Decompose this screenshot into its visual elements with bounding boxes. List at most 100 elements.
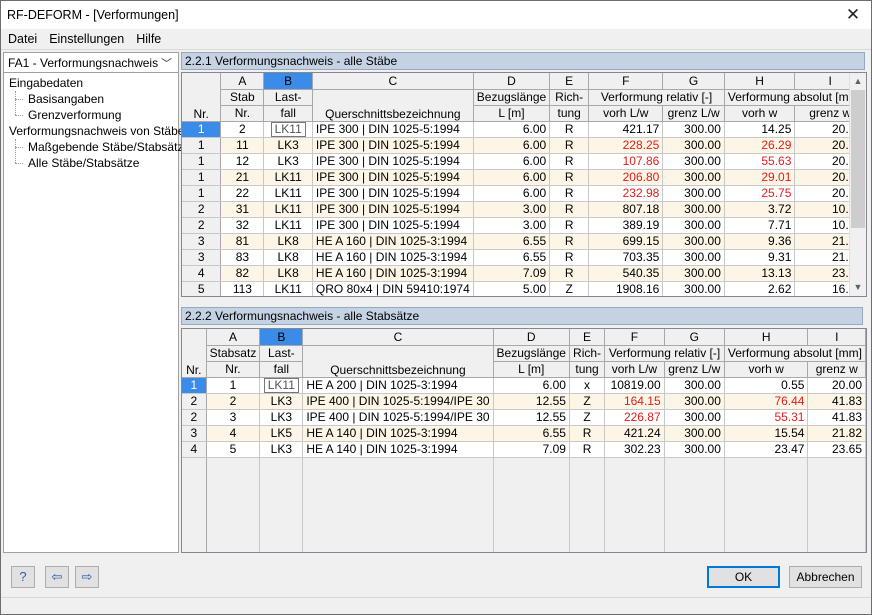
cell-f[interactable]: 703.35 — [588, 249, 664, 266]
cell-a[interactable]: 2 — [206, 393, 261, 410]
cell-a[interactable]: 81 — [220, 233, 265, 250]
cell-c[interactable]: HE A 140 | DIN 1025-3:1994 — [302, 425, 494, 442]
cell-a[interactable]: 12 — [220, 153, 265, 170]
cell-e[interactable]: Z — [569, 409, 606, 426]
column-letter-E[interactable]: E — [549, 73, 590, 90]
table-row[interactable]: 3 81 LK8 HE A 160 | DIN 1025-3:1994 6.55 R 699… — [182, 233, 866, 250]
row-number[interactable]: 2 — [182, 393, 207, 410]
column-letter-H[interactable]: H — [724, 329, 809, 346]
cell-g[interactable]: 300.00 — [662, 121, 725, 138]
table-row[interactable]: 4 82 LK8 HE A 160 | DIN 1025-3:1994 7.09 R 540… — [182, 265, 866, 282]
cell-a[interactable]: 5 — [206, 441, 261, 458]
cell-d[interactable]: 6.00 — [493, 377, 570, 394]
cell-g[interactable]: 300.00 — [662, 185, 725, 202]
cell-f[interactable]: 540.35 — [588, 265, 664, 282]
cell-d[interactable]: 6.55 — [473, 233, 551, 250]
cell-c[interactable]: IPE 300 | DIN 1025-5:1994 — [312, 137, 474, 154]
column-letter-G[interactable]: G — [664, 329, 725, 346]
table-row[interactable]: 1 11 LK3 IPE 300 | DIN 1025-5:1994 6.00 R 228.… — [182, 137, 866, 154]
cell-a[interactable]: 2 — [220, 121, 265, 138]
table-row[interactable]: 2 32 LK11 IPE 300 | DIN 1025-5:1994 3.00 R 389… — [182, 217, 866, 234]
cell-c[interactable]: IPE 300 | DIN 1025-5:1994 — [312, 217, 474, 234]
next-button[interactable]: ⇨ — [75, 566, 99, 588]
cell-d[interactable]: 12.55 — [493, 409, 570, 426]
cell-b[interactable]: LK11 — [263, 201, 313, 218]
cell-e[interactable]: R — [549, 249, 590, 266]
cell-d[interactable]: 3.00 — [473, 201, 551, 218]
cell-h[interactable]: 55.63 — [724, 153, 796, 170]
cell-f[interactable]: 699.15 — [588, 233, 664, 250]
tree-item-massgebende[interactable]: Maßgebende Stäbe/Stabsätze — [28, 139, 190, 155]
cell-e[interactable]: R — [549, 169, 590, 186]
row-number[interactable]: 1 — [182, 153, 222, 170]
cell-e[interactable]: R — [549, 265, 590, 282]
cell-d[interactable]: 6.00 — [473, 169, 551, 186]
cell-f[interactable]: 389.19 — [588, 217, 664, 234]
row-number[interactable]: 1 — [182, 377, 207, 394]
row-number[interactable]: 1 — [182, 121, 222, 138]
menu-datei[interactable]: Datei — [3, 32, 42, 46]
cell-f[interactable]: 226.87 — [604, 409, 665, 426]
cell-b[interactable]: LK11 — [263, 169, 313, 186]
cell-c[interactable]: QRO 80x4 | DIN 59410:1974 — [312, 281, 474, 296]
row-number[interactable]: 1 — [182, 185, 222, 202]
cell-h[interactable]: 7.71 — [724, 217, 796, 234]
cell-h[interactable]: 55.31 — [724, 409, 809, 426]
cell-g[interactable]: 300.00 — [662, 233, 725, 250]
cell-b-selected[interactable]: LK11 — [270, 121, 306, 136]
cell-e[interactable]: R — [549, 185, 590, 202]
tree-item-grenzverformung[interactable]: Grenzverformung — [28, 107, 121, 123]
table-row[interactable]: 2 31 LK11 IPE 300 | DIN 1025-5:1994 3.00 R 807… — [182, 201, 866, 218]
cell-g[interactable]: 300.00 — [664, 441, 725, 458]
cell-b[interactable]: LK3 — [263, 137, 313, 154]
column-letter-C[interactable]: C — [312, 73, 474, 90]
cell-g[interactable]: 300.00 — [662, 137, 725, 154]
cell-g[interactable]: 300.00 — [662, 201, 725, 218]
cell-b[interactable]: LK11 — [259, 377, 304, 394]
cell-h[interactable]: 0.55 — [724, 377, 809, 394]
cell-d[interactable]: 7.09 — [493, 441, 570, 458]
cell-g[interactable]: 300.00 — [662, 249, 725, 266]
cell-e[interactable]: R — [549, 217, 590, 234]
table-row[interactable]: 2 3 LK3 IPE 400 | DIN 1025-5:1994/IPE 30 12.… — [182, 409, 866, 426]
cell-f[interactable]: 164.15 — [604, 393, 665, 410]
cell-e[interactable]: Z — [549, 281, 590, 296]
column-letter-G[interactable]: G — [662, 73, 725, 90]
column-letter-B[interactable]: B — [259, 329, 304, 346]
cell-b[interactable]: LK11 — [263, 185, 313, 202]
column-letter-D[interactable]: D — [493, 329, 570, 346]
cell-b[interactable]: LK3 — [263, 153, 313, 170]
cell-e[interactable]: R — [549, 201, 590, 218]
row-number[interactable]: 1 — [182, 169, 222, 186]
column-letter-F[interactable]: F — [588, 73, 664, 90]
cell-h[interactable]: 29.01 — [724, 169, 796, 186]
cell-h[interactable]: 23.47 — [724, 441, 809, 458]
scroll-up-icon[interactable]: ▲ — [850, 73, 866, 90]
cell-e[interactable]: R — [569, 425, 606, 442]
cell-e[interactable]: R — [549, 121, 590, 138]
column-letter-B[interactable]: B — [263, 73, 313, 90]
cell-c[interactable]: IPE 400 | DIN 1025-5:1994/IPE 30 — [302, 409, 494, 426]
row-number[interactable]: 2 — [182, 217, 222, 234]
row-number[interactable]: 2 — [182, 201, 222, 218]
row-number[interactable]: 3 — [182, 425, 207, 442]
cell-d[interactable]: 3.00 — [473, 217, 551, 234]
cell-a[interactable]: 83 — [220, 249, 265, 266]
cell-g[interactable]: 300.00 — [664, 393, 725, 410]
cell-d[interactable]: 6.00 — [473, 137, 551, 154]
column-letter-I[interactable]: I — [807, 329, 866, 346]
cell-a[interactable]: 1 — [206, 377, 261, 394]
cell-e[interactable]: R — [549, 153, 590, 170]
cell-d[interactable]: 6.00 — [473, 153, 551, 170]
cell-c[interactable]: IPE 400 | DIN 1025-5:1994/IPE 30 — [302, 393, 494, 410]
cell-f[interactable]: 1908.16 — [588, 281, 664, 296]
case-select[interactable]: FA1 - Verformungsnachweis ﹀ — [4, 53, 178, 73]
table2-grid[interactable]: Nr. A B C D E F G H I Stabsatz Last- Querschnittsbez… — [181, 328, 867, 553]
table-row[interactable]: 1 1 LK11 HE A 200 | DIN 1025-3:1994 6.00 x 108… — [182, 377, 866, 394]
row-number[interactable]: 5 — [182, 281, 222, 296]
cell-f[interactable]: 302.23 — [604, 441, 665, 458]
cell-c[interactable]: HE A 160 | DIN 1025-3:1994 — [312, 249, 474, 266]
cell-c[interactable]: IPE 300 | DIN 1025-5:1994 — [312, 185, 474, 202]
cell-g[interactable]: 300.00 — [664, 377, 725, 394]
column-letter-A[interactable]: A — [206, 329, 261, 346]
